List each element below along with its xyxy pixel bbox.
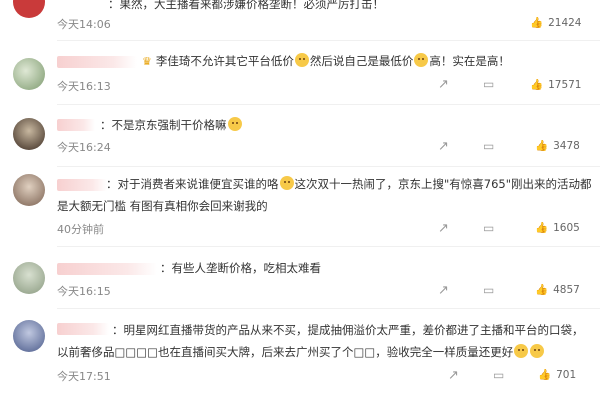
share-icon[interactable]: ↗: [438, 139, 449, 154]
username[interactable]: [57, 179, 107, 191]
comment-icon[interactable]: ▭: [493, 368, 504, 382]
comment-time: 今天17:51: [57, 370, 111, 383]
like-button[interactable]: 👍 17571: [530, 78, 582, 92]
comment-time: 今天14:06: [57, 18, 111, 31]
comment-icon[interactable]: ▭: [483, 283, 494, 297]
comment-item: ：明星网红直播带货的产品从来不买，提成抽佣溢价太严重，差价都进了主播和平台的口袋…: [0, 314, 600, 400]
avatar[interactable]: [13, 174, 45, 206]
comment-item: ：有些人垄断价格，吃相太难看 今天16:15 👍 4857: [0, 252, 600, 308]
like-button[interactable]: 👍 701: [538, 368, 577, 382]
username[interactable]: [57, 119, 95, 131]
comment-text-line2: 是大额无门槛 有图有真相你会回来谢我的: [57, 199, 268, 213]
avatar[interactable]: [13, 0, 45, 18]
comment-text: ：有些人垄断价格，吃相太难看: [160, 261, 321, 275]
avatar[interactable]: [13, 58, 45, 90]
like-button[interactable]: 👍 1605: [535, 221, 580, 235]
cat-emoji-icon: [414, 53, 429, 67]
share-icon[interactable]: ↗: [438, 283, 449, 298]
comment-text: ：对于消费者来说谁便宜买谁的咯 这次双十一热闹了，京东上搜"有惊喜765"刚出来的…: [106, 176, 592, 191]
share-icon[interactable]: ↗: [448, 368, 459, 383]
username[interactable]: [57, 263, 157, 275]
comment-time: 今天16:24: [57, 141, 111, 154]
divider: [57, 104, 600, 105]
laugh-emoji-icon: [530, 344, 545, 358]
comment-icon[interactable]: ▭: [483, 77, 494, 91]
divider: [57, 40, 600, 41]
username[interactable]: [57, 56, 137, 68]
cat-emoji-icon: [279, 176, 294, 190]
like-icon: 👍: [538, 369, 552, 381]
crown-icon: ♛: [142, 55, 152, 68]
like-count: 21424: [548, 16, 582, 29]
like-button[interactable]: 👍 4857: [535, 283, 580, 297]
divider: [57, 166, 600, 167]
cat-emoji-icon: [227, 117, 242, 131]
like-icon: 👍: [530, 79, 544, 91]
divider: [57, 246, 600, 247]
share-icon[interactable]: ↗: [438, 77, 449, 92]
like-button[interactable]: 👍 21424: [530, 16, 582, 30]
share-icon[interactable]: ↗: [438, 221, 449, 236]
like-icon: 👍: [535, 222, 549, 234]
avatar[interactable]: [13, 118, 45, 150]
like-icon: 👍: [530, 17, 544, 29]
like-icon: 👍: [535, 140, 549, 152]
comment-text: ：果然，大主播看来都涉嫌价格垄断！必须严厉打击！: [108, 0, 384, 11]
comment-item: ♛ 李佳琦不允许其它平台低价 然后说自己是最低价 高！实在是高！ 今天16:13 👍 …: [0, 45, 600, 105]
avatar[interactable]: [13, 320, 45, 352]
comment-text-line2: 以前奢侈品□□□□也在直播间买大牌，后来去广州买了个□□，验收完全一样质量还更好: [57, 342, 582, 363]
comment-text: ：不是京东强制干价格嘛: [100, 115, 582, 136]
username[interactable]: [57, 323, 109, 335]
like-count: 1605: [553, 221, 580, 234]
like-icon: 👍: [535, 284, 549, 296]
like-button[interactable]: 👍 3478: [535, 139, 580, 153]
like-count: 3478: [553, 139, 580, 152]
comment-text: ♛ 李佳琦不允许其它平台低价 然后说自己是最低价 高！实在是高！: [142, 51, 582, 72]
like-count: 4857: [553, 283, 580, 296]
like-count: 701: [556, 368, 577, 381]
like-count: 17571: [548, 78, 582, 91]
comment-item: ：不是京东强制干价格嘛 今天16:24 👍 3478: [0, 108, 600, 164]
cat-emoji-icon: [294, 53, 309, 67]
comment-time: 今天16:15: [57, 285, 111, 298]
comment-text: ：明星网红直播带货的产品从来不买，提成抽佣溢价太严重，差价都进了主播和平台的口袋…: [112, 323, 584, 337]
comment-item: ：对于消费者来说谁便宜买谁的咯 这次双十一热闹了，京东上搜"有惊喜765"刚出来的…: [0, 170, 600, 250]
comment-time: 今天16:13: [57, 80, 111, 93]
comment-icon[interactable]: ▭: [483, 221, 494, 235]
laugh-emoji-icon: [514, 344, 529, 358]
avatar[interactable]: [13, 262, 45, 294]
divider: [57, 308, 600, 309]
comment-icon[interactable]: ▭: [483, 139, 494, 153]
comment-time: 40分钟前: [57, 223, 104, 236]
